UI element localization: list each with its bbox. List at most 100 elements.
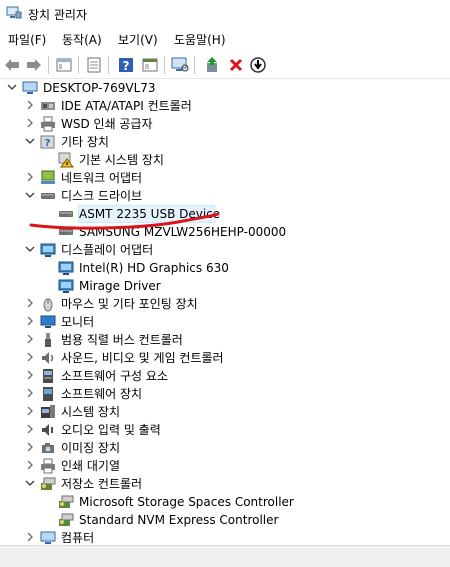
tree-device-item[interactable]: Mirage Driver	[0, 277, 450, 295]
menu-view[interactable]: 보기(V)	[118, 31, 158, 48]
tree-device-item[interactable]: Intel(R) HD Graphics 630	[0, 259, 450, 277]
disable-device-icon[interactable]	[248, 55, 268, 75]
mouse-icon	[40, 296, 56, 312]
enable-device-icon[interactable]	[202, 55, 222, 75]
collapse-chevron-icon[interactable]	[24, 189, 36, 201]
expand-chevron-icon[interactable]	[24, 387, 36, 399]
tree-category-item[interactable]: 저장소 컨트롤러	[0, 475, 450, 493]
show-hidden-icon[interactable]	[140, 55, 160, 75]
tree-category-item[interactable]: WSD 인쇄 공급자	[0, 115, 450, 133]
storage-controller-icon	[40, 476, 56, 492]
expand-chevron-icon[interactable]	[24, 369, 36, 381]
expand-chevron-icon[interactable]	[24, 171, 36, 183]
menu-bar: 파일(F) 동작(A) 보기(V) 도움말(H)	[0, 28, 450, 50]
printer-icon	[40, 116, 56, 132]
menu-help[interactable]: 도움말(H)	[174, 31, 226, 48]
tree-device-item[interactable]: Microsoft Storage Spaces Controller	[0, 493, 450, 511]
expand-chevron-icon[interactable]	[24, 351, 36, 363]
tree-item-label: 사운드, 비디오 및 게임 컨트롤러	[61, 351, 224, 365]
tree-item-label: DESKTOP-769VL73	[43, 81, 156, 95]
help-icon[interactable]: ?	[116, 55, 136, 75]
properties-icon[interactable]	[54, 55, 74, 75]
computer-icon	[40, 530, 56, 545]
system-device-icon	[40, 404, 56, 420]
tree-item-label: IDE ATA/ATAPI 컨트롤러	[61, 99, 192, 113]
collapse-chevron-icon[interactable]	[6, 81, 18, 93]
update-driver-icon[interactable]	[84, 55, 104, 75]
tree-device-item[interactable]: 기본 시스템 장치	[0, 151, 450, 169]
tree-category-item[interactable]: 마우스 및 기타 포인팅 장치	[0, 295, 450, 313]
back-arrow-icon[interactable]	[2, 55, 22, 75]
monitor-icon	[40, 314, 56, 330]
tree-device-item-selected[interactable]: ASMT 2235 USB Device	[0, 205, 450, 223]
toolbar-separator	[48, 56, 49, 74]
tree-item-label: Mirage Driver	[79, 279, 161, 293]
printer-icon	[40, 458, 56, 474]
tree-category-item[interactable]: 컴퓨터	[0, 529, 450, 545]
expand-chevron-icon[interactable]	[24, 315, 36, 327]
tree-category-item[interactable]: 네트워크 어댑터	[0, 169, 450, 187]
tree-category-item[interactable]: ? 기타 장치	[0, 133, 450, 151]
tree-item-label: 범용 직렬 버스 컨트롤러	[61, 333, 183, 347]
expand-chevron-icon[interactable]	[24, 117, 36, 129]
tree-item-label: 이미징 장치	[61, 441, 121, 455]
tree-category-item[interactable]: 모니터	[0, 313, 450, 331]
window-title: 장치 관리자	[28, 8, 88, 22]
collapse-chevron-icon[interactable]	[24, 135, 36, 147]
tree-item-label: 디스크 드라이브	[61, 189, 143, 203]
ide-controller-icon	[40, 98, 56, 114]
menu-file[interactable]: 파일(F)	[8, 31, 46, 48]
tree-item-label: Intel(R) HD Graphics 630	[79, 261, 229, 275]
tree-category-item[interactable]: 범용 직렬 버스 컨트롤러	[0, 331, 450, 349]
tree-root-computer[interactable]: DESKTOP-769VL73	[0, 79, 450, 97]
tree-item-label: 디스플레이 어댑터	[61, 243, 154, 257]
tree-category-item[interactable]: 사운드, 비디오 및 게임 컨트롤러	[0, 349, 450, 367]
storage-controller-icon	[58, 512, 74, 528]
expand-chevron-icon[interactable]	[24, 441, 36, 453]
display-adapter-icon	[58, 260, 74, 276]
tree-category-item[interactable]: 시스템 장치	[0, 403, 450, 421]
tree-item-label: WSD 인쇄 공급자	[61, 117, 153, 131]
tree-device-item[interactable]: SAMSUNG MZVLW256HEHP-00000	[0, 223, 450, 241]
usb-icon	[40, 332, 56, 348]
audio-icon	[40, 422, 56, 438]
tree-item-label: 소프트웨어 장치	[61, 387, 143, 401]
title-bar: 장치 관리자	[0, 0, 450, 28]
tree-item-label: 소프트웨어 구성 요소	[61, 369, 168, 383]
speaker-icon	[40, 350, 56, 366]
tree-category-item[interactable]: 오디오 입력 및 출력	[0, 421, 450, 439]
expand-chevron-icon[interactable]	[24, 531, 36, 543]
tree-item-label: 저장소 컨트롤러	[61, 477, 143, 491]
expand-chevron-icon[interactable]	[24, 333, 36, 345]
tree-item-label: 오디오 입력 및 출력	[61, 423, 161, 437]
tree-item-label: 기본 시스템 장치	[79, 153, 164, 167]
forward-arrow-icon[interactable]	[24, 55, 44, 75]
software-component-icon	[40, 368, 56, 384]
tree-category-item[interactable]: 디스크 드라이브	[0, 187, 450, 205]
expand-chevron-icon[interactable]	[24, 459, 36, 471]
uninstall-icon[interactable]	[226, 55, 246, 75]
tree-category-item[interactable]: IDE ATA/ATAPI 컨트롤러	[0, 97, 450, 115]
svg-text:?: ?	[123, 59, 130, 73]
disk-drive-icon	[58, 206, 74, 222]
warning-device-icon	[58, 152, 74, 168]
svg-text:?: ?	[45, 138, 51, 149]
device-tree: DESKTOP-769VL73 IDE ATA/ATAPI 컨트롤러 WSD 인쇄 …	[0, 79, 450, 545]
tree-category-item[interactable]: 소프트웨어 구성 요소	[0, 367, 450, 385]
expand-chevron-icon[interactable]	[24, 297, 36, 309]
collapse-chevron-icon[interactable]	[24, 243, 36, 255]
expand-chevron-icon[interactable]	[24, 423, 36, 435]
tree-device-item[interactable]: Standard NVM Express Controller	[0, 511, 450, 529]
tree-category-item[interactable]: 인쇄 대기열	[0, 457, 450, 475]
collapse-chevron-icon[interactable]	[24, 477, 36, 489]
tree-category-item[interactable]: 디스플레이 어댑터	[0, 241, 450, 259]
display-adapter-icon	[40, 242, 56, 258]
tree-category-item[interactable]: 소프트웨어 장치	[0, 385, 450, 403]
menu-action[interactable]: 동작(A)	[62, 31, 102, 48]
toolbar-separator	[164, 56, 165, 74]
expand-chevron-icon[interactable]	[24, 99, 36, 111]
scan-hardware-icon[interactable]	[170, 55, 190, 75]
toolbar: ?	[0, 52, 450, 79]
tree-category-item[interactable]: 이미징 장치	[0, 439, 450, 457]
expand-chevron-icon[interactable]	[24, 405, 36, 417]
